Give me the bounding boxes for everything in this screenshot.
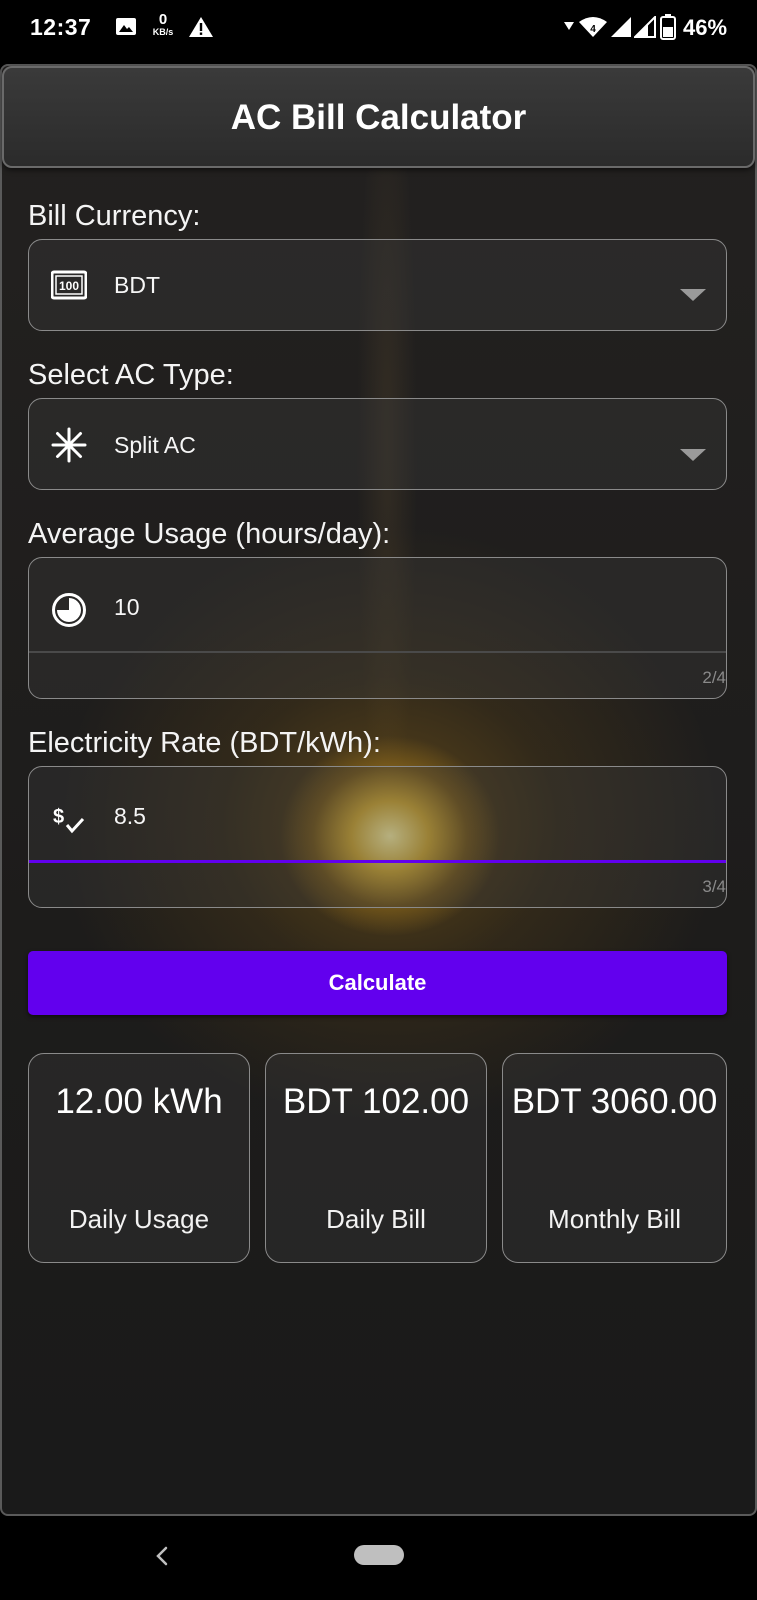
money-icon: 100	[51, 270, 87, 300]
chevron-down-icon	[680, 289, 706, 301]
chevron-down-icon	[680, 449, 706, 461]
clock-icon	[52, 593, 86, 627]
rate-underline	[29, 860, 726, 863]
status-time: 12:37	[30, 14, 92, 40]
result-value: BDT 102.00	[282, 1082, 470, 1121]
back-icon[interactable]	[152, 1544, 172, 1568]
snowflake-icon	[51, 427, 87, 463]
currency-label: Bill Currency:	[28, 200, 201, 232]
app-bar: AC Bill Calculator	[2, 66, 755, 168]
result-label: Daily Usage	[68, 1204, 210, 1234]
network-speed: 0 KB/s	[152, 11, 174, 37]
result-card-monthly-bill: BDT 3060.00 Monthly Bill	[502, 1053, 727, 1263]
navigation-bar	[0, 1516, 757, 1600]
ac-type-label: Select AC Type:	[28, 359, 234, 391]
page-title: AC Bill Calculator	[230, 98, 527, 137]
rate-label: Electricity Rate (BDT/kWh):	[28, 727, 381, 759]
usage-input[interactable]: 10 2/4	[28, 557, 727, 699]
signal-icon	[611, 17, 631, 37]
calculate-button[interactable]: Calculate	[28, 951, 727, 1015]
ac-type-value: Split AC	[114, 432, 196, 458]
network-activity-icon	[564, 22, 574, 30]
ac-type-dropdown[interactable]: Split AC	[28, 398, 727, 490]
usage-value[interactable]: 10	[114, 594, 140, 621]
result-value: BDT 3060.00	[511, 1082, 718, 1121]
result-label: Daily Bill	[326, 1204, 426, 1234]
svg-text:4: 4	[590, 24, 596, 35]
rate-input[interactable]: $ 8.5 3/4	[28, 766, 727, 908]
price-check-icon: $	[53, 806, 85, 834]
result-label: Monthly Bill	[548, 1204, 681, 1234]
rate-value[interactable]: 8.5	[114, 803, 146, 830]
rate-counter: 3/4	[702, 877, 726, 896]
svg-text:$: $	[53, 806, 64, 828]
currency-value: BDT	[114, 272, 160, 298]
result-card-daily-usage: 12.00 kWh Daily Usage	[28, 1053, 250, 1263]
result-card-daily-bill: BDT 102.00 Daily Bill	[265, 1053, 487, 1263]
battery-icon	[660, 14, 676, 40]
svg-text:100: 100	[59, 279, 79, 293]
usage-counter: 2/4	[702, 668, 726, 687]
image-notification-icon	[116, 18, 136, 35]
usage-label: Average Usage (hours/day):	[28, 518, 391, 550]
home-pill[interactable]	[354, 1545, 404, 1565]
result-value: 12.00 kWh	[55, 1082, 223, 1121]
usage-underline	[29, 651, 726, 653]
battery-percent: 46%	[683, 15, 728, 40]
signal-icon-2	[634, 16, 656, 38]
warning-icon	[189, 17, 213, 37]
wifi-icon: 4	[579, 17, 607, 37]
status-bar: 12:37 0 KB/s 4 46%	[0, 0, 757, 58]
currency-dropdown[interactable]: 100 BDT	[28, 239, 727, 331]
